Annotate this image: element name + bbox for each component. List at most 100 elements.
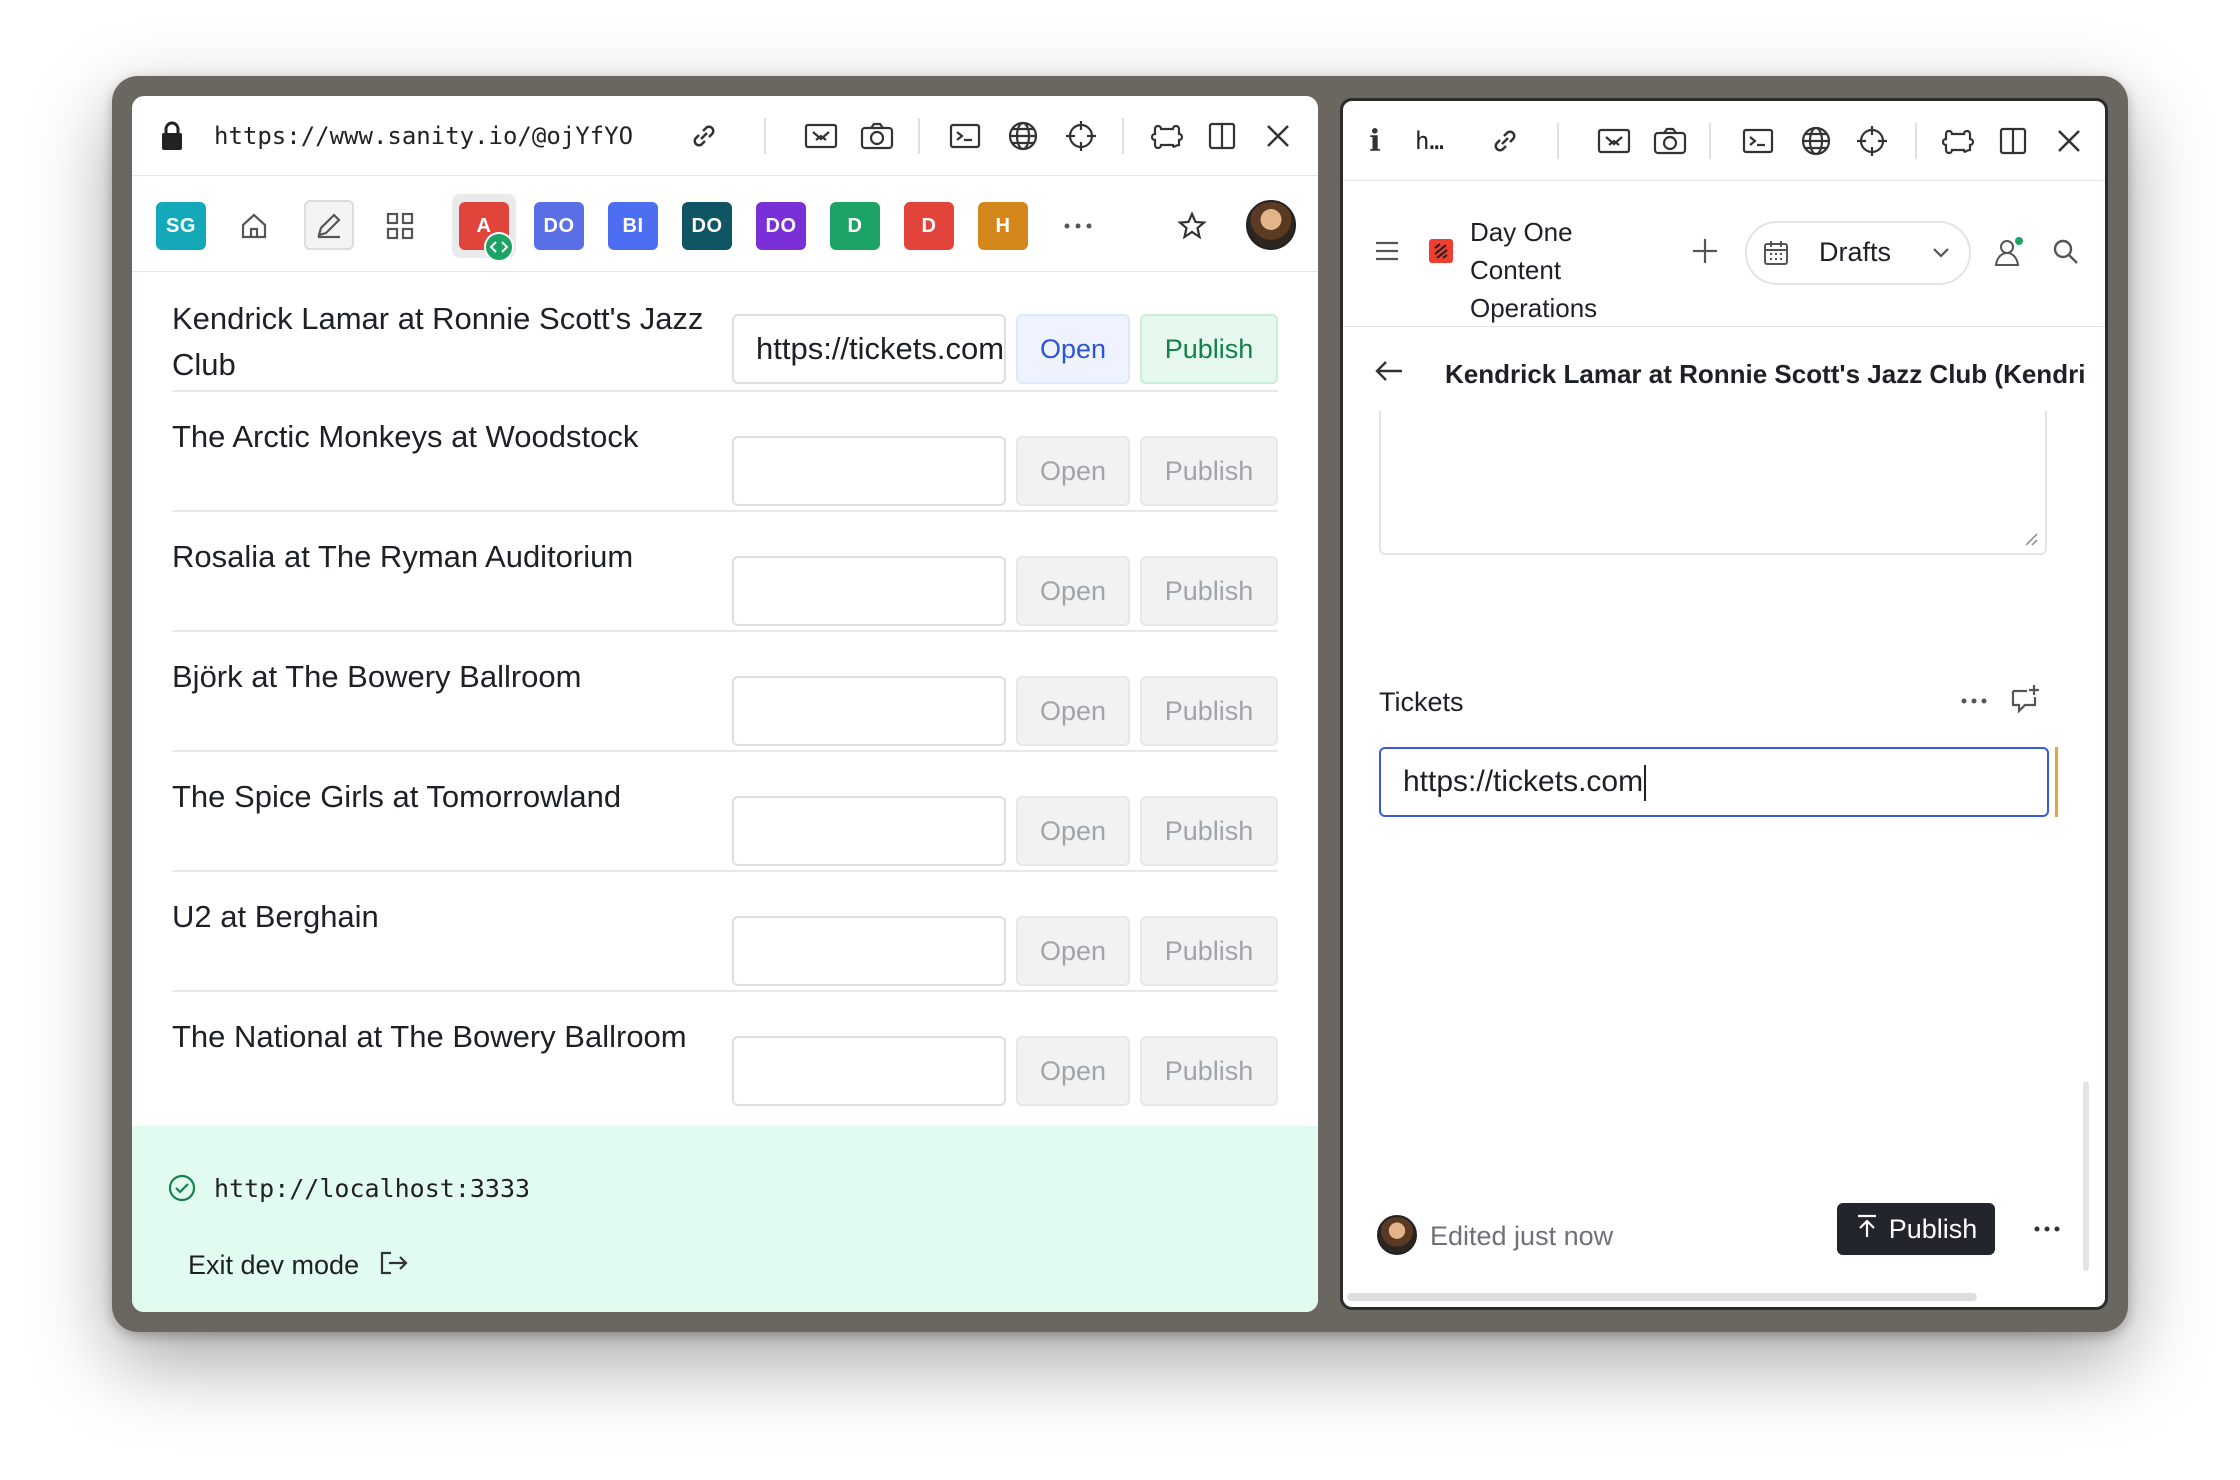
crosshair-icon[interactable] <box>1853 123 1891 159</box>
publish-button[interactable]: Publish <box>1140 436 1278 506</box>
change-indicator <box>2055 747 2058 817</box>
open-button[interactable]: Open <box>1016 436 1130 506</box>
description-textarea[interactable] <box>1379 411 2047 555</box>
check-circle-icon <box>166 1172 198 1204</box>
globe-icon[interactable] <box>1797 123 1835 159</box>
release-selector[interactable]: Drafts <box>1745 221 1971 285</box>
ticket-url-input[interactable]: https://tickets.com <box>732 314 1006 384</box>
app-chip-d-1[interactable]: D <box>830 202 880 250</box>
publish-button[interactable]: Publish <box>1140 796 1278 866</box>
split-view-icon[interactable] <box>1204 118 1240 154</box>
event-title: U2 at Berghain <box>172 899 379 934</box>
scrollbar[interactable] <box>2083 1081 2089 1271</box>
table-row: Kendrick Lamar at Ronnie Scott's Jazz Cl… <box>172 272 1278 392</box>
globe-icon[interactable] <box>1004 118 1042 154</box>
lock-icon <box>158 118 186 154</box>
ticket-url-input[interactable] <box>732 436 1006 506</box>
presence-icon[interactable] <box>1991 233 2029 271</box>
app-chip-do-1[interactable]: DO <box>534 202 584 250</box>
chevron-down-icon <box>1927 239 1955 267</box>
link-icon[interactable] <box>1487 123 1523 159</box>
project-logo-icon <box>1429 239 1453 263</box>
ticket-url-input[interactable] <box>732 796 1006 866</box>
tickets-field-label: Tickets <box>1379 687 1464 717</box>
app-chip-do-3[interactable]: DO <box>756 202 806 250</box>
open-button[interactable]: Open <box>1016 796 1130 866</box>
crosshair-icon[interactable] <box>1062 118 1100 154</box>
more-actions-icon[interactable] <box>2031 1219 2063 1239</box>
home-icon[interactable] <box>236 208 272 244</box>
close-icon[interactable] <box>1260 118 1296 154</box>
link-icon[interactable] <box>686 118 722 154</box>
info-icon[interactable]: i <box>1365 123 1385 159</box>
edit-icon[interactable] <box>304 200 354 250</box>
terminal-icon[interactable] <box>1739 123 1777 159</box>
inspect-icon[interactable] <box>1595 123 1633 159</box>
back-arrow-icon[interactable] <box>1371 355 1407 387</box>
resize-handle-icon[interactable] <box>2023 531 2039 547</box>
calendar-icon <box>1761 237 1791 269</box>
ticket-url-input[interactable] <box>732 1036 1006 1106</box>
release-label: Drafts <box>1819 237 1892 267</box>
publish-button[interactable]: Publish <box>1140 676 1278 746</box>
open-button[interactable]: Open <box>1016 676 1130 746</box>
terminal-icon[interactable] <box>946 118 984 154</box>
avatar[interactable] <box>1246 200 1296 250</box>
extensions-icon[interactable] <box>1146 118 1188 154</box>
dev-mode-panel: http://localhost:3333 Exit dev mode <box>132 1126 1318 1312</box>
grid-icon[interactable] <box>382 208 418 244</box>
open-button[interactable]: Open <box>1016 916 1130 986</box>
field-more-icon[interactable] <box>1957 691 1991 711</box>
exit-dev-mode-label: Exit dev mode <box>188 1250 360 1280</box>
ticket-url-input[interactable] <box>732 676 1006 746</box>
publish-button[interactable]: Publish <box>1140 314 1278 384</box>
open-button[interactable]: Open <box>1016 556 1130 626</box>
open-button[interactable]: Open <box>1016 1036 1130 1106</box>
ticket-url-input[interactable] <box>732 916 1006 986</box>
table-row: U2 at Berghain Open Publish <box>172 872 1278 992</box>
camera-icon[interactable] <box>1651 123 1689 159</box>
ticket-url-input[interactable] <box>732 556 1006 626</box>
split-view-icon[interactable] <box>1995 123 2031 159</box>
app-chip-bi[interactable]: BI <box>608 202 658 250</box>
publish-button[interactable]: Publish <box>1140 556 1278 626</box>
app-chip-do-2[interactable]: DO <box>682 202 732 250</box>
search-icon[interactable] <box>2049 235 2083 269</box>
avatar <box>1377 1215 1417 1255</box>
camera-icon[interactable] <box>858 118 896 154</box>
address-bar: i h… <box>1343 101 2105 181</box>
horizontal-scrollbar[interactable] <box>1347 1293 1977 1301</box>
app-chip-h[interactable]: H <box>978 202 1028 250</box>
add-icon[interactable] <box>1687 233 1723 269</box>
add-comment-icon[interactable] <box>2007 681 2043 717</box>
inspect-icon[interactable] <box>802 118 840 154</box>
extensions-icon[interactable] <box>1937 123 1979 159</box>
publish-button[interactable]: Publish <box>1140 1036 1278 1106</box>
close-icon[interactable] <box>2051 123 2087 159</box>
event-title: The National at The Bowery Ballroom <box>172 1019 687 1054</box>
preview-window: https://www.sanity.io/@ojYfYOfwz/… <box>132 96 1318 1312</box>
studio-window: i h… Day One Content Operations Drafts K… <box>1340 98 2108 1310</box>
more-icon[interactable] <box>1060 208 1096 244</box>
table-row: Rosalia at The Ryman Auditorium Open Pub… <box>172 512 1278 632</box>
project-name[interactable]: Day One Content Operations <box>1470 213 1597 327</box>
exit-dev-mode-button[interactable]: Exit dev mode <box>188 1250 409 1283</box>
url-text[interactable]: h… <box>1415 127 1455 155</box>
menu-icon[interactable] <box>1371 235 1403 267</box>
address-bar: https://www.sanity.io/@ojYfYOfwz/… <box>132 96 1318 176</box>
open-button[interactable]: Open <box>1016 314 1130 384</box>
star-icon[interactable] <box>1174 208 1210 244</box>
publish-button[interactable]: Publish <box>1140 916 1278 986</box>
sanity-app-bar: SG A DO BI DO DO D D H <box>132 176 1318 272</box>
app-chip-sg[interactable]: SG <box>156 202 206 250</box>
tickets-input[interactable]: https://tickets.com <box>1379 747 2049 817</box>
dev-mode-icon <box>484 232 514 262</box>
exit-icon <box>379 1250 409 1283</box>
table-row: The Arctic Monkeys at Woodstock Open Pub… <box>172 392 1278 512</box>
event-title: The Arctic Monkeys at Woodstock <box>172 419 639 454</box>
publish-button[interactable]: Publish <box>1837 1203 1995 1255</box>
event-title: Björk at The Bowery Ballroom <box>172 659 582 694</box>
url-text[interactable]: https://www.sanity.io/@ojYfYOfwz/… <box>214 122 634 150</box>
app-chip-d-2[interactable]: D <box>904 202 954 250</box>
event-title: Rosalia at The Ryman Auditorium <box>172 539 634 574</box>
